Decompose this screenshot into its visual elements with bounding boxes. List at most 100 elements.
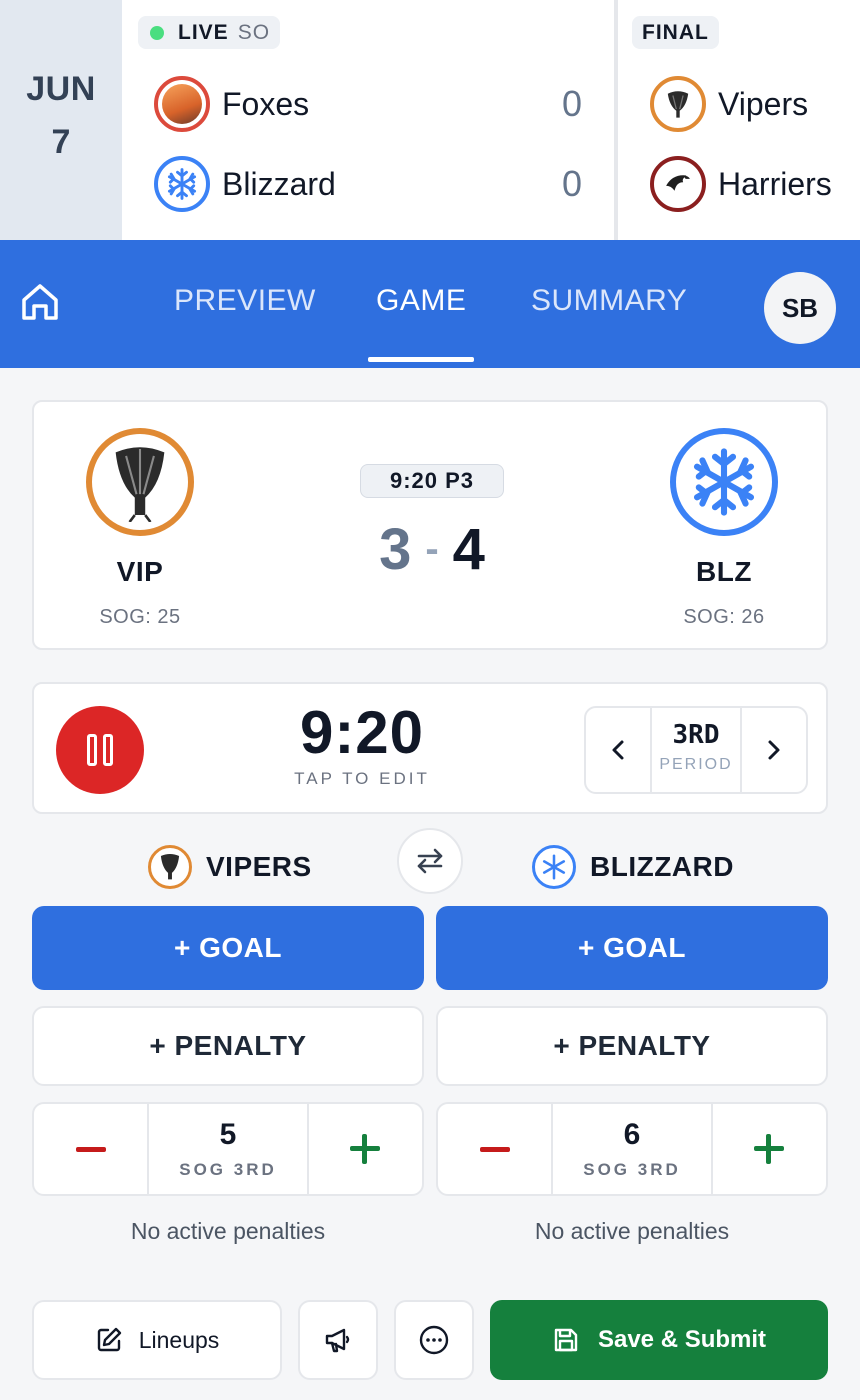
right-team-name: BLIZZARD <box>590 851 734 882</box>
edit-icon <box>97 1327 121 1352</box>
clock-control-card: 9:20 TAP TO EDIT 3RD PERIOD <box>32 682 828 814</box>
minus-icon <box>479 1146 510 1152</box>
avatar[interactable]: SB <box>764 272 836 344</box>
tab-summary[interactable]: SUMMARY <box>531 284 687 324</box>
status-extra: SO <box>237 20 271 44</box>
ticker-team-score: 0 <box>561 83 582 124</box>
pause-icon-bar <box>103 734 113 766</box>
ticker-date-month: JUN <box>26 70 96 108</box>
chevron-left-icon <box>612 740 624 760</box>
left-sog-display: 5 SOG 3RD <box>147 1104 309 1194</box>
period-next-button[interactable] <box>742 708 806 792</box>
scores-ticker: JUN 7 LIVE SO Foxes 0 Blizzard 0 FINAL V… <box>0 0 860 240</box>
ticker-team-row: Foxes <box>154 74 309 134</box>
left-sog-value: 5 <box>219 1118 237 1151</box>
right-penalties-status: No active penalties <box>534 1218 730 1244</box>
ticker-team-name: Foxes <box>222 85 310 122</box>
left-sog-increment-button[interactable] <box>309 1104 422 1194</box>
swap-sides-button[interactable] <box>397 828 463 894</box>
period-value-box: 3RD PERIOD <box>650 708 742 792</box>
left-penalties-status: No active penalties <box>130 1218 326 1244</box>
snowflake-logo-icon <box>154 156 210 212</box>
harrier-logo-icon <box>650 156 706 212</box>
pause-button[interactable] <box>56 706 144 794</box>
home-score: 3 <box>379 516 412 582</box>
save-submit-button[interactable]: Save & Submit <box>490 1300 828 1380</box>
home-team-sog: SOG: 25 <box>99 606 181 628</box>
ticker-game-final[interactable]: FINAL Vipers Harriers <box>618 0 860 240</box>
right-sog-label: SOG 3RD <box>583 1160 681 1179</box>
lineups-label: Lineups <box>138 1326 220 1353</box>
left-add-penalty-button[interactable]: + PENALTY <box>32 1006 424 1086</box>
period-prev-button[interactable] <box>586 708 650 792</box>
top-nav: PREVIEW GAME SUMMARY SB <box>0 240 860 368</box>
ticker-team-name: Blizzard <box>222 165 336 202</box>
left-add-goal-button[interactable]: + GOAL <box>32 906 424 990</box>
left-sog-label: SOG 3RD <box>179 1160 277 1179</box>
left-team-header: VIPERS <box>148 842 312 892</box>
live-indicator-icon <box>150 25 164 40</box>
announce-button[interactable] <box>298 1300 378 1380</box>
ticker-team-row: Blizzard <box>154 154 336 214</box>
right-add-goal-button[interactable]: + GOAL <box>436 906 828 990</box>
ticker-team-row: Vipers <box>650 74 808 134</box>
more-icon <box>419 1325 449 1355</box>
save-submit-label: Save & Submit <box>597 1326 767 1353</box>
period-value: 3RD <box>672 720 720 750</box>
right-sog-display: 6 SOG 3RD <box>551 1104 713 1194</box>
viper-logo-icon <box>650 76 706 132</box>
away-team-sog: SOG: 26 <box>683 606 765 628</box>
status-label: FINAL <box>642 20 709 44</box>
right-sog-stepper: 6 SOG 3RD <box>436 1102 828 1196</box>
status-badge: FINAL <box>632 16 719 49</box>
ticker-team-score: 0 <box>561 163 582 204</box>
viper-logo-icon <box>148 845 192 889</box>
ticker-team-name: Harriers <box>718 165 832 202</box>
right-sog-decrement-button[interactable] <box>438 1104 551 1194</box>
viper-logo-icon <box>86 428 194 536</box>
plus-icon <box>754 1134 785 1164</box>
right-add-penalty-button[interactable]: + PENALTY <box>436 1006 828 1086</box>
left-sog-stepper: 5 SOG 3RD <box>32 1102 424 1196</box>
fox-logo-icon <box>154 76 210 132</box>
ticker-team-row: Harriers <box>650 154 832 214</box>
plus-icon <box>350 1134 381 1164</box>
pause-icon <box>87 734 97 766</box>
scoreboard-card: VIP SOG: 25 9:20 P3 3 - 4 BLZ SOG: 26 <box>32 400 828 650</box>
ticker-date: JUN 7 <box>0 0 122 240</box>
megaphone-icon <box>325 1328 350 1353</box>
clock-time[interactable]: 9:20 <box>262 698 462 767</box>
save-icon <box>554 1328 578 1352</box>
left-sog-decrement-button[interactable] <box>34 1104 147 1194</box>
clock-hint: TAP TO EDIT <box>294 769 430 788</box>
period-selector: 3RD PERIOD <box>584 706 808 794</box>
score-separator: - <box>425 526 439 571</box>
snowflake-logo-icon <box>532 845 576 889</box>
lineups-button[interactable]: Lineups <box>32 1300 282 1380</box>
status-badge: LIVE SO <box>138 16 281 49</box>
right-sog-increment-button[interactable] <box>713 1104 826 1194</box>
away-team-abbr: BLZ <box>696 556 752 587</box>
status-label: LIVE <box>178 20 229 44</box>
snowflake-logo-icon <box>670 428 778 536</box>
tab-preview[interactable]: PREVIEW <box>174 284 316 324</box>
minus-icon <box>75 1146 106 1152</box>
tab-game[interactable]: GAME <box>376 284 466 324</box>
chevron-right-icon <box>768 740 780 760</box>
away-team: BLZ SOG: 26 <box>654 428 794 629</box>
ticker-game-live[interactable]: LIVE SO Foxes 0 Blizzard 0 <box>122 0 618 240</box>
ticker-date-day: 7 <box>51 123 71 161</box>
away-score: 4 <box>452 516 485 582</box>
period-label: PERIOD <box>659 756 733 773</box>
swap-icon <box>417 848 443 874</box>
right-team-header: BLIZZARD <box>532 842 734 892</box>
home-team: VIP SOG: 25 <box>70 428 210 629</box>
score-line: 3 - 4 <box>360 514 504 584</box>
clock-display[interactable]: 9:20 TAP TO EDIT <box>262 698 462 789</box>
home-team-abbr: VIP <box>116 556 164 587</box>
home-icon[interactable] <box>18 280 62 324</box>
right-sog-value: 6 <box>623 1118 641 1151</box>
more-options-button[interactable] <box>394 1300 474 1380</box>
game-clock-pill: 9:20 P3 <box>360 464 504 498</box>
ticker-team-name: Vipers <box>718 85 809 122</box>
